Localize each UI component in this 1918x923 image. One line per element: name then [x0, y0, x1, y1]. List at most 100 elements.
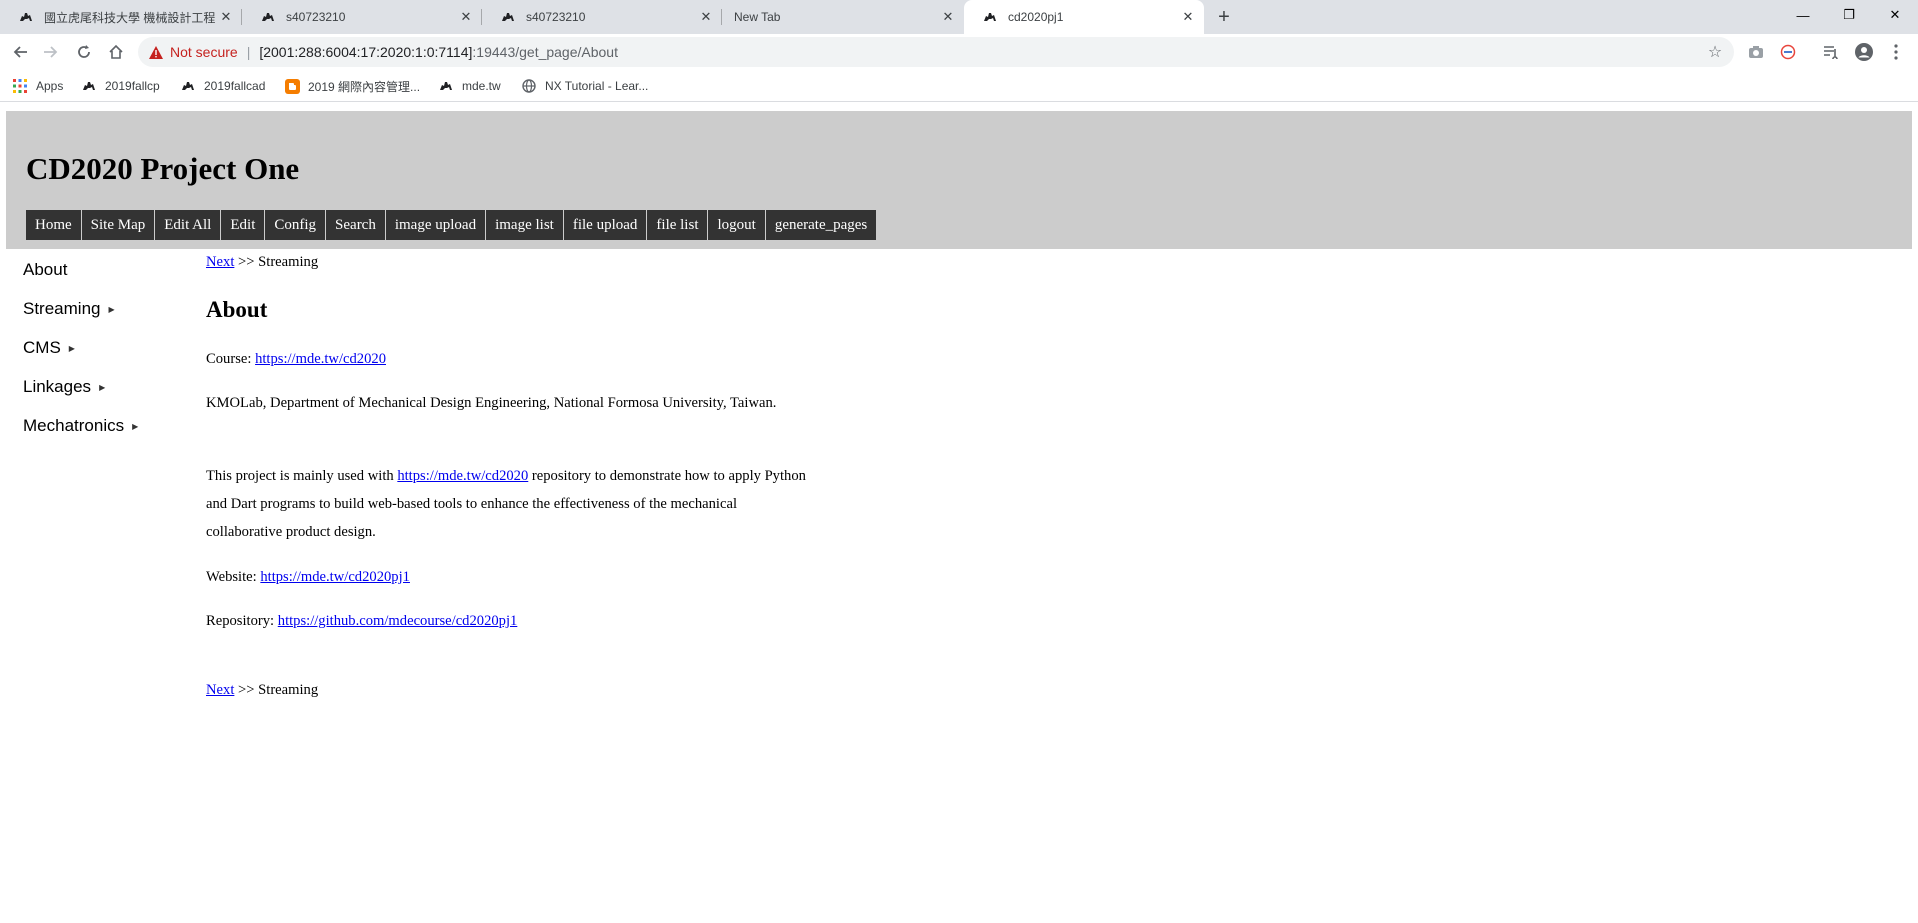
affiliation-paragraph: KMOLab, Department of Mechanical Design … — [206, 395, 777, 411]
description-link[interactable]: https://mde.tw/cd2020 — [397, 468, 528, 484]
browser-tab[interactable]: s40723210 ✕ — [242, 0, 482, 34]
sidebar-item-linkages[interactable]: Linkages ▶ — [23, 375, 105, 399]
menu-generate-pages[interactable]: generate_pages — [765, 210, 878, 240]
sidebar-item-cms[interactable]: CMS ▶ — [23, 336, 75, 360]
camel-icon — [260, 9, 276, 25]
bookmarks-bar: Apps 2019fallcp 2019fallcad 2019 網際內容管理.… — [0, 70, 1918, 102]
home-button[interactable] — [102, 38, 130, 66]
sidebar-item-streaming[interactable]: Streaming ▶ — [23, 297, 115, 321]
course-link[interactable]: https://mde.tw/cd2020 — [255, 351, 386, 367]
menu-site-map[interactable]: Site Map — [81, 210, 156, 240]
description-text: This project is mainly used with — [206, 468, 394, 484]
window-close-button[interactable]: ✕ — [1872, 0, 1918, 30]
menu-file-upload[interactable]: file upload — [563, 210, 648, 240]
sidebar-item-label: Streaming — [23, 299, 101, 318]
reload-button[interactable] — [70, 38, 98, 66]
profile-avatar-icon[interactable] — [1854, 42, 1874, 62]
restore-button[interactable]: ❐ — [1826, 0, 1872, 30]
browser-tab[interactable]: s40723210 ✕ — [482, 0, 722, 34]
nav-target: Streaming — [258, 682, 319, 698]
bookmark-star-icon[interactable]: ☆ — [1706, 43, 1724, 61]
course-label: Course: — [206, 351, 252, 367]
bookmark-label: NX Tutorial - Lear... — [545, 79, 649, 93]
reload-icon — [78, 45, 90, 58]
caret-right-icon: ▶ — [108, 304, 115, 314]
course-paragraph: Course: https://mde.tw/cd2020 — [206, 345, 806, 373]
tab-title: s40723210 — [526, 10, 586, 24]
menu-image-upload[interactable]: image upload — [385, 210, 487, 240]
menu-kebab-icon[interactable] — [1886, 42, 1906, 62]
caret-right-icon: ▶ — [68, 343, 75, 353]
sidebar-item-label: About — [23, 260, 68, 279]
bookmark-label: mde.tw — [462, 79, 501, 93]
browser-tab-active[interactable]: cd2020pj1 ✕ — [964, 0, 1204, 34]
close-icon[interactable]: ✕ — [940, 9, 956, 25]
caret-right-icon: ▶ — [99, 382, 106, 392]
sidebar-item-mechatronics[interactable]: Mechatronics ▶ — [23, 414, 138, 438]
camera-icon[interactable] — [1746, 42, 1766, 62]
camel-icon — [81, 78, 97, 94]
address-bar[interactable]: Not secure | [2001:288:6004:17:2020:1:0:… — [138, 37, 1734, 67]
bookmark-label: 2019fallcad — [204, 79, 266, 93]
menu-image-list[interactable]: image list — [486, 210, 564, 240]
next-link[interactable]: Next — [206, 682, 234, 698]
sidebar-item-label: CMS — [23, 338, 61, 357]
nav-separator: >> — [238, 254, 255, 270]
omnibox-divider: | — [246, 44, 251, 60]
url-host: [2001:288:6004:17:2020:1:0:7114] — [259, 44, 473, 60]
browser-tab[interactable]: New Tab ✕ — [722, 0, 964, 34]
camel-icon — [18, 9, 34, 25]
page-heading: About — [206, 297, 268, 322]
back-button[interactable] — [6, 38, 34, 66]
minimize-button[interactable]: — — [1780, 0, 1826, 30]
camel-icon — [438, 78, 454, 94]
menu-file-list[interactable]: file list — [647, 210, 709, 240]
menu-config[interactable]: Config — [265, 210, 327, 240]
media-queue-icon[interactable] — [1821, 42, 1841, 62]
menu-logout[interactable]: logout — [708, 210, 766, 240]
arrow-right-icon — [44, 46, 58, 58]
arrow-left-icon — [13, 46, 27, 58]
website-label: Website: — [206, 569, 257, 585]
close-icon[interactable]: ✕ — [218, 9, 234, 25]
page-nav-bottom: Next >> Streaming — [206, 682, 318, 699]
globe-icon — [521, 78, 537, 94]
bookmark-mde-tw[interactable]: mde.tw — [438, 77, 501, 95]
menu-edit[interactable]: Edit — [221, 210, 266, 240]
caret-right-icon: ▶ — [132, 421, 139, 431]
camel-icon — [180, 78, 196, 94]
not-secure-label[interactable]: Not secure — [170, 44, 238, 60]
bookmark-label: 2019 網際內容管理... — [308, 79, 421, 94]
main-menu: Home Site Map Edit All Edit Config Searc… — [26, 210, 878, 240]
tab-title: cd2020pj1 — [1008, 10, 1064, 24]
close-icon[interactable]: ✕ — [698, 9, 714, 25]
bookmark-blogger[interactable]: 2019 網際內容管理... — [284, 77, 420, 95]
new-tab-button[interactable]: + — [1212, 5, 1236, 29]
extension-icon[interactable] — [1778, 42, 1798, 62]
bookmark-2019fallcad[interactable]: 2019fallcad — [180, 77, 265, 95]
bookmark-apps[interactable]: Apps — [12, 77, 63, 95]
forward-button[interactable] — [37, 38, 65, 66]
website-link[interactable]: https://mde.tw/cd2020pj1 — [260, 569, 410, 585]
camel-icon — [500, 9, 516, 25]
menu-search[interactable]: Search — [326, 210, 386, 240]
browser-tab[interactable]: 國立虎尾科技大學 機械設計工程 ✕ — [0, 0, 242, 34]
bookmark-nx-tutorial[interactable]: NX Tutorial - Lear... — [521, 77, 648, 95]
bookmark-label: 2019fallcp — [105, 79, 160, 93]
bookmark-label: Apps — [36, 79, 64, 93]
bookmark-2019fallcp[interactable]: 2019fallcp — [81, 77, 160, 95]
website-paragraph: Website: https://mde.tw/cd2020pj1 — [206, 563, 806, 591]
nav-target: Streaming — [258, 254, 319, 270]
menu-edit-all[interactable]: Edit All — [155, 210, 222, 240]
description-paragraph: This project is mainly used with https:/… — [206, 462, 806, 546]
home-icon — [109, 44, 123, 59]
tab-title: 國立虎尾科技大學 機械設計工程 — [44, 10, 216, 25]
warning-icon — [148, 44, 164, 60]
close-icon[interactable]: ✕ — [1180, 9, 1196, 25]
next-link[interactable]: Next — [206, 254, 234, 270]
menu-home[interactable]: Home — [26, 210, 82, 240]
sidebar-item-about[interactable]: About — [23, 258, 67, 282]
close-icon[interactable]: ✕ — [458, 9, 474, 25]
repository-label: Repository: — [206, 613, 275, 629]
repository-link[interactable]: https://github.com/mdecourse/cd2020pj1 — [278, 613, 518, 629]
